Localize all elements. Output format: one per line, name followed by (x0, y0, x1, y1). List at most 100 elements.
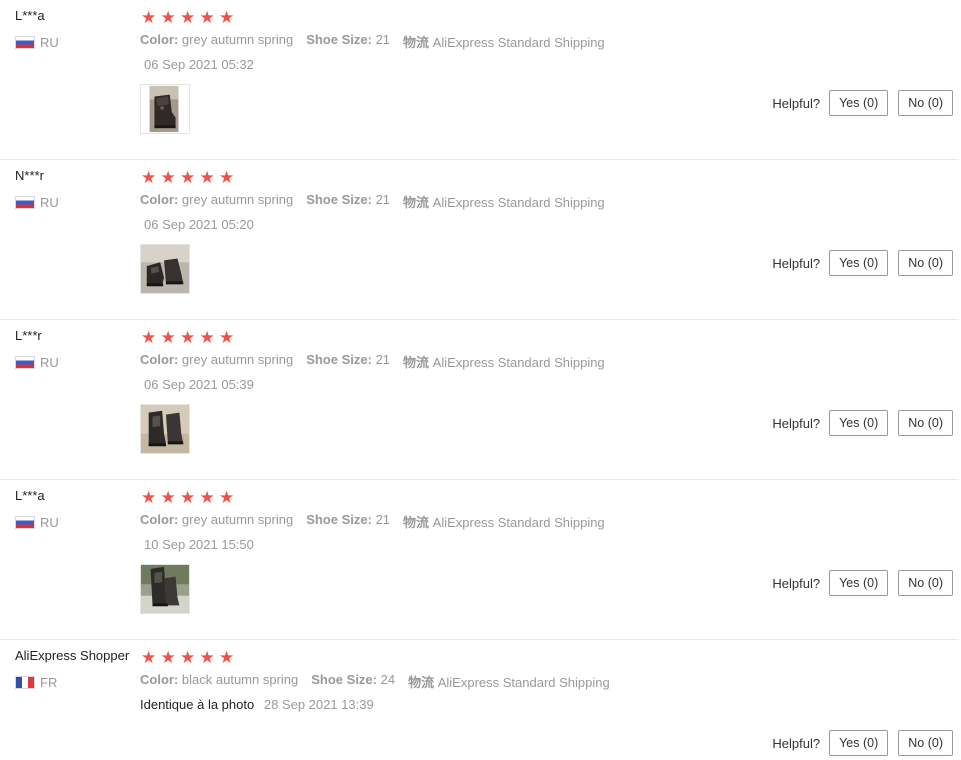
reviewer-country: RU (15, 195, 59, 210)
star-icon: ★ (180, 8, 196, 27)
attr-color-value: grey autumn spring (181, 352, 294, 367)
attr-shoe-size-value: 21 (375, 32, 391, 47)
helpful-label: Helpful? (772, 255, 821, 271)
attr-shoe-size-value: 21 (375, 352, 391, 367)
star-icon: ★ (141, 488, 157, 507)
star-icon: ★ (180, 168, 196, 187)
attr-shoe-size: Shoe Size: 21 (306, 512, 390, 531)
helpful-label: Helpful? (772, 575, 821, 591)
attr-shipping-value: AliExpress Standard Shipping (432, 515, 605, 530)
russia-flag-icon (15, 35, 35, 49)
review-meta: 10 Sep 2021 15:50 (144, 537, 254, 552)
helpful-vote: Helpful? Yes (0) No (0) (772, 410, 953, 436)
star-rating: ★ ★ ★ ★ ★ (141, 329, 238, 346)
attr-color: Color: grey autumn spring (140, 352, 293, 371)
attr-color-label: Color: (140, 32, 179, 47)
helpful-label: Helpful? (772, 415, 821, 431)
boot-photo-image (141, 565, 189, 613)
boot-photo-image (141, 85, 189, 133)
helpful-label: Helpful? (772, 95, 821, 111)
country-code: RU (40, 354, 59, 370)
review-item: L***r RU ★ ★ ★ ★ ★ Color: grey autumn spring… (0, 320, 961, 480)
helpful-no-button[interactable]: No (0) (898, 410, 953, 436)
reviewer-name: AliExpress Shopper (15, 648, 130, 663)
star-icon: ★ (141, 648, 157, 667)
review-photo-thumbnail[interactable] (140, 564, 190, 614)
helpful-yes-button[interactable]: Yes (0) (829, 410, 889, 436)
product-attributes: Color: grey autumn spring Shoe Size: 21 … (140, 192, 618, 211)
star-rating: ★ ★ ★ ★ ★ (141, 489, 238, 506)
review-photo-thumbnail[interactable] (140, 84, 190, 134)
attr-shipping: 物流 AliExpress Standard Shipping (408, 672, 610, 691)
helpful-yes-button[interactable]: Yes (0) (829, 570, 889, 596)
attr-color-value: grey autumn spring (181, 32, 294, 47)
attr-shipping-label: 物流 (408, 675, 435, 690)
star-icon: ★ (160, 328, 176, 347)
attr-shipping-label: 物流 (403, 355, 430, 370)
reviewer-country: FR (15, 674, 58, 690)
review-item: L***a RU ★ ★ ★ ★ ★ Color: grey autumn spring… (0, 480, 961, 640)
star-icon: ★ (219, 488, 235, 507)
attr-color: Color: grey autumn spring (140, 192, 293, 211)
helpful-yes-button[interactable]: Yes (0) (829, 730, 889, 756)
helpful-yes-button[interactable]: Yes (0) (829, 250, 889, 276)
helpful-vote: Helpful? Yes (0) No (0) (772, 90, 953, 116)
review-date: 28 Sep 2021 13:39 (263, 697, 374, 712)
attr-shipping-value: AliExpress Standard Shipping (437, 675, 610, 690)
attr-shipping: 物流 AliExpress Standard Shipping (403, 192, 605, 211)
attr-shoe-size-value: 21 (375, 512, 391, 527)
attr-color: Color: black autumn spring (140, 672, 298, 691)
attr-color-label: Color: (140, 512, 179, 527)
review-date: 06 Sep 2021 05:39 (144, 377, 254, 392)
reviewer-country: RU (15, 515, 59, 530)
helpful-yes-button[interactable]: Yes (0) (829, 90, 889, 116)
attr-color-label: Color: (140, 672, 179, 687)
review-meta: 06 Sep 2021 05:32 (144, 57, 254, 72)
russia-flag-icon (15, 195, 35, 209)
product-attributes: Color: black autumn spring Shoe Size: 24… (140, 672, 623, 691)
star-icon: ★ (199, 328, 215, 347)
star-icon: ★ (180, 328, 196, 347)
helpful-no-button[interactable]: No (0) (898, 250, 953, 276)
star-icon: ★ (160, 488, 176, 507)
star-icon: ★ (199, 8, 215, 27)
russia-flag-icon (15, 515, 35, 529)
helpful-vote: Helpful? Yes (0) No (0) (772, 250, 953, 276)
review-text: Identique à la photo (140, 697, 255, 712)
attr-shipping-label: 物流 (403, 515, 430, 530)
reviewer-country: RU (15, 354, 59, 370)
review-photo-thumbnail[interactable] (140, 244, 190, 294)
review-date: 06 Sep 2021 05:32 (144, 57, 254, 72)
attr-shoe-size: Shoe Size: 21 (306, 192, 390, 211)
helpful-no-button[interactable]: No (0) (898, 730, 953, 756)
product-attributes: Color: grey autumn spring Shoe Size: 21 … (140, 32, 618, 51)
attr-color-value: grey autumn spring (181, 512, 294, 527)
attr-color: Color: grey autumn spring (140, 32, 293, 51)
attr-shoe-size: Shoe Size: 24 (311, 672, 395, 691)
review-item: AliExpress Shopper FR ★ ★ ★ ★ ★ Color: black… (0, 640, 961, 760)
attr-shipping: 物流 AliExpress Standard Shipping (403, 32, 605, 51)
star-icon: ★ (160, 8, 176, 27)
star-icon: ★ (219, 8, 235, 27)
attr-color-label: Color: (140, 352, 179, 367)
attr-shoe-size-label: Shoe Size: (306, 192, 372, 207)
attr-color-value: black autumn spring (181, 672, 299, 687)
star-rating: ★ ★ ★ ★ ★ (141, 649, 238, 666)
attr-shipping: 物流 AliExpress Standard Shipping (403, 352, 605, 371)
star-icon: ★ (160, 168, 176, 187)
country-code: FR (40, 674, 58, 690)
attr-shipping: 物流 AliExpress Standard Shipping (403, 512, 605, 531)
star-icon: ★ (219, 648, 235, 667)
helpful-no-button[interactable]: No (0) (898, 90, 953, 116)
star-rating: ★ ★ ★ ★ ★ (141, 169, 238, 186)
attr-shoe-size-value: 24 (380, 672, 396, 687)
boot-photo-image (141, 405, 189, 453)
helpful-no-button[interactable]: No (0) (898, 570, 953, 596)
star-icon: ★ (141, 168, 157, 187)
reviewer-name: N***r (15, 168, 44, 183)
attr-color-label: Color: (140, 192, 179, 207)
boot-photo-image (141, 245, 189, 293)
star-icon: ★ (219, 168, 235, 187)
attr-shoe-size: Shoe Size: 21 (306, 32, 390, 51)
review-photo-thumbnail[interactable] (140, 404, 190, 454)
